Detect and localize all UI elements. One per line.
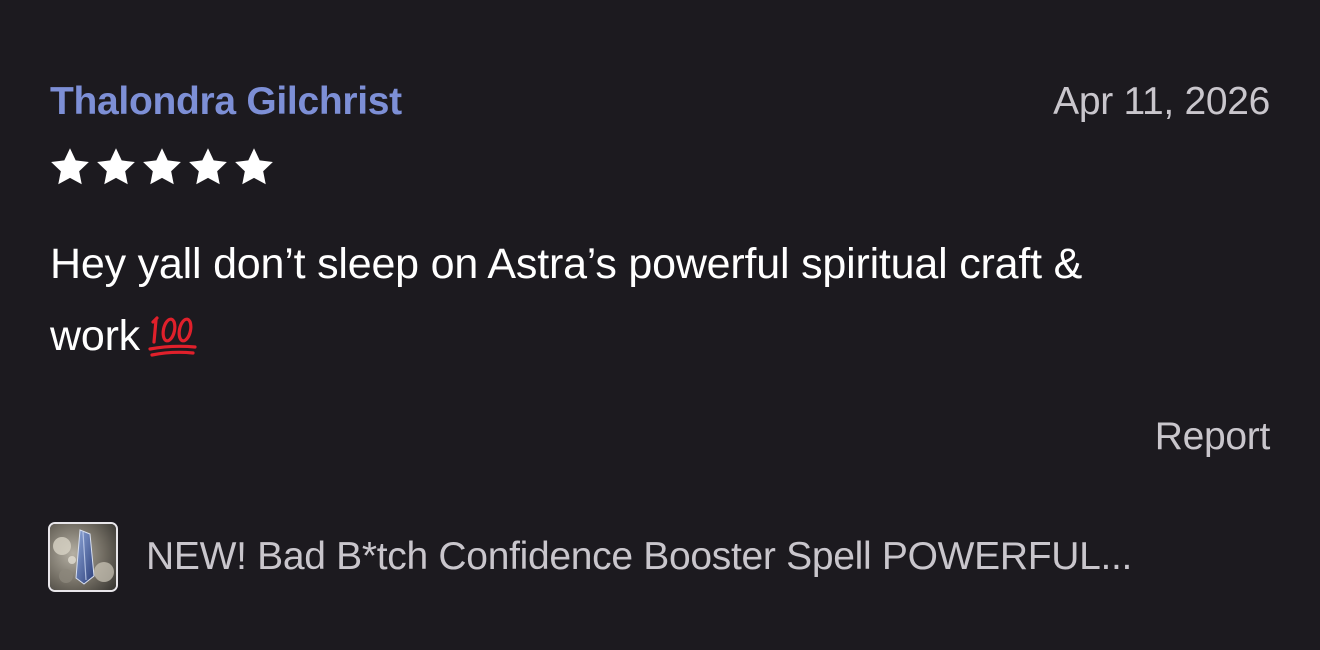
star-icon xyxy=(235,148,273,185)
reviewed-product-link[interactable]: NEW! Bad B*tch Confidence Booster Spell … xyxy=(48,522,1132,592)
hundred-points-icon xyxy=(148,316,197,357)
star-icon xyxy=(189,148,227,185)
reviewer-name-link[interactable]: Thalondra Gilchrist xyxy=(50,80,402,124)
report-link[interactable]: Report xyxy=(1155,415,1271,459)
product-thumbnail xyxy=(48,522,118,592)
star-rating xyxy=(48,145,276,189)
star-icon xyxy=(51,148,89,185)
review-card: Thalondra Gilchrist Apr 11, 2026 Hey yal… xyxy=(0,0,1320,650)
product-title: NEW! Bad B*tch Confidence Booster Spell … xyxy=(146,535,1133,578)
review-text-line-2: work xyxy=(50,312,140,360)
review-date: Apr 11, 2026 xyxy=(1053,80,1270,123)
star-icon xyxy=(143,148,181,185)
product-thumbnail-image xyxy=(50,524,116,590)
review-text: Hey yall don’t sleep on Astra’s powerful… xyxy=(50,228,1280,372)
star-icon xyxy=(97,148,135,185)
review-text-line-1: Hey yall don’t sleep on Astra’s powerful… xyxy=(50,240,1083,288)
